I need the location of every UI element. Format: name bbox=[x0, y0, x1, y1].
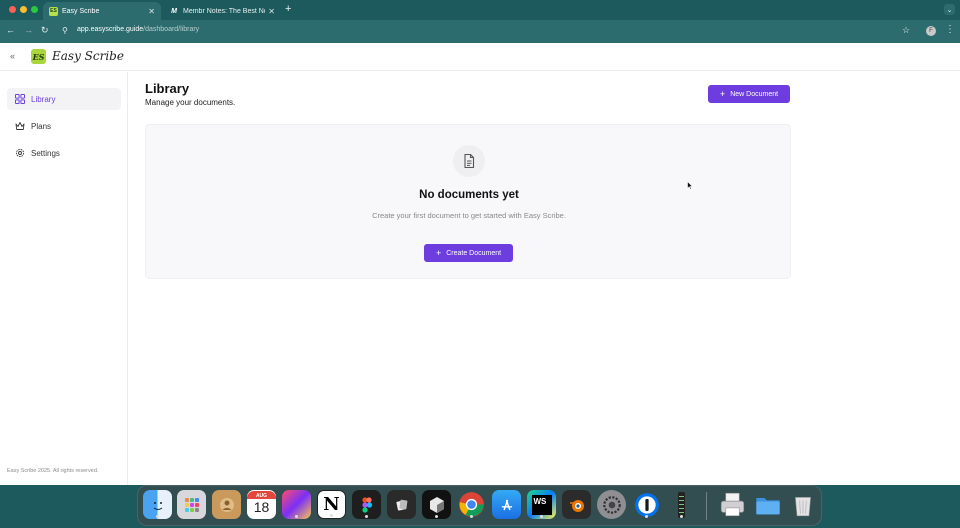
empty-state-description: Create your first document to get starte… bbox=[372, 211, 566, 220]
document-icon bbox=[453, 145, 485, 177]
folder-icon[interactable] bbox=[753, 490, 782, 519]
calendar-month: AUG bbox=[247, 491, 276, 499]
webstorm-icon[interactable]: WS bbox=[527, 490, 556, 519]
crown-icon bbox=[15, 121, 25, 131]
dock-separator bbox=[706, 492, 707, 520]
tab-search-chevron-icon[interactable]: ⌄ bbox=[944, 4, 955, 15]
fullscreen-window-button[interactable] bbox=[31, 6, 38, 13]
back-arrow-icon[interactable]: ← bbox=[6, 25, 15, 35]
easy-scribe-favicon-icon: ES bbox=[49, 6, 58, 16]
create-document-button[interactable]: + Create Document bbox=[424, 244, 513, 262]
new-document-button[interactable]: + New Document bbox=[708, 85, 790, 103]
collapse-sidebar-icon[interactable]: « bbox=[10, 51, 15, 61]
minimize-window-button[interactable] bbox=[20, 6, 27, 13]
sidebar-footer: Easy Scribe 2025. All rights reserved. bbox=[7, 468, 99, 474]
app-store-icon[interactable] bbox=[492, 490, 521, 519]
1password-icon[interactable] bbox=[632, 490, 661, 519]
sidebar-item-label: Plans bbox=[31, 121, 52, 131]
bookmark-star-icon[interactable]: ☆ bbox=[902, 25, 910, 36]
figma-icon[interactable] bbox=[352, 490, 381, 519]
mouse-cursor-icon bbox=[687, 181, 693, 190]
grid-icon bbox=[15, 94, 25, 104]
plus-icon: + bbox=[719, 88, 726, 99]
tab-strip: ES Easy Scribe ✕ M Membr Notes: The Best… bbox=[0, 0, 960, 20]
audio-meter-icon[interactable] bbox=[667, 490, 696, 519]
tab-title: Membr Notes: The Best Note bbox=[183, 7, 266, 15]
close-tab-icon[interactable]: ✕ bbox=[148, 7, 155, 16]
tab-title: Easy Scribe bbox=[62, 7, 100, 15]
new-tab-icon[interactable]: + bbox=[285, 3, 291, 15]
system-settings-icon[interactable] bbox=[597, 490, 626, 519]
profile-avatar[interactable]: F bbox=[926, 26, 936, 36]
browser-toolbar: ← → ↻ ⚲ app.easyscribe.guide/dashboard/l… bbox=[0, 20, 960, 43]
macos-dock: AUG 18 N WS bbox=[137, 485, 822, 526]
print-center-icon[interactable] bbox=[718, 490, 747, 519]
page-title: Library bbox=[145, 81, 190, 96]
arc-icon[interactable] bbox=[282, 490, 311, 519]
url-path: /dashboard/library bbox=[143, 26, 200, 33]
launchpad-icon[interactable] bbox=[177, 490, 206, 519]
contacts-icon[interactable] bbox=[212, 490, 241, 519]
notion-icon[interactable]: N bbox=[317, 490, 346, 519]
address-bar[interactable]: app.easyscribe.guide/dashboard/library bbox=[77, 26, 199, 33]
blender-icon[interactable] bbox=[562, 490, 591, 519]
app-header: « ES Easy Scribe bbox=[0, 43, 960, 71]
sidebar-item-label: Settings bbox=[31, 148, 60, 158]
browser-chrome: ES Easy Scribe ✕ M Membr Notes: The Best… bbox=[0, 0, 960, 43]
calendar-day: 18 bbox=[253, 499, 270, 515]
finder-icon[interactable] bbox=[143, 490, 172, 519]
tab-easy-scribe[interactable]: ES Easy Scribe ✕ bbox=[43, 2, 161, 20]
new-document-label: New Document bbox=[730, 90, 779, 98]
tab-membr-notes[interactable]: M Membr Notes: The Best Note ✕ bbox=[163, 2, 281, 20]
url-host: app.easyscribe.guide bbox=[77, 26, 144, 33]
gear-icon bbox=[15, 148, 25, 158]
sidebar-item-library[interactable]: Library bbox=[7, 88, 121, 110]
trash-icon[interactable] bbox=[788, 490, 817, 519]
logo-mark: ES bbox=[31, 49, 46, 64]
plus-icon: + bbox=[435, 247, 442, 258]
page-subtitle: Manage your documents. bbox=[145, 98, 236, 107]
create-document-label: Create Document bbox=[446, 249, 502, 257]
membr-favicon-icon: M bbox=[171, 7, 177, 15]
app-viewport: « ES Easy Scribe Library Plans Settings … bbox=[0, 43, 960, 485]
sidebar-item-label: Library bbox=[31, 94, 56, 104]
cursor-app-icon[interactable] bbox=[422, 490, 451, 519]
library-main: Library Manage your documents. + New Doc… bbox=[129, 72, 960, 485]
empty-state-card: No documents yet Create your first docum… bbox=[145, 124, 791, 279]
sidebar-item-plans[interactable]: Plans bbox=[7, 115, 121, 137]
close-tab-icon[interactable]: ✕ bbox=[268, 7, 275, 16]
close-window-button[interactable] bbox=[9, 6, 16, 13]
site-info-icon[interactable]: ⚲ bbox=[62, 26, 68, 35]
forward-arrow-icon[interactable]: → bbox=[24, 25, 33, 35]
chrome-icon[interactable] bbox=[457, 490, 486, 519]
logo-text: Easy Scribe bbox=[52, 49, 124, 63]
browser-menu-icon[interactable]: ⋮ bbox=[945, 24, 955, 35]
sidebar-item-settings[interactable]: Settings bbox=[7, 142, 121, 164]
reload-icon[interactable]: ↻ bbox=[41, 25, 49, 36]
calendar-icon[interactable]: AUG 18 bbox=[247, 490, 276, 519]
capacities-icon[interactable] bbox=[387, 490, 416, 519]
empty-state-title: No documents yet bbox=[419, 189, 519, 201]
sidebar: Library Plans Settings Easy Scribe 2025.… bbox=[0, 72, 128, 485]
